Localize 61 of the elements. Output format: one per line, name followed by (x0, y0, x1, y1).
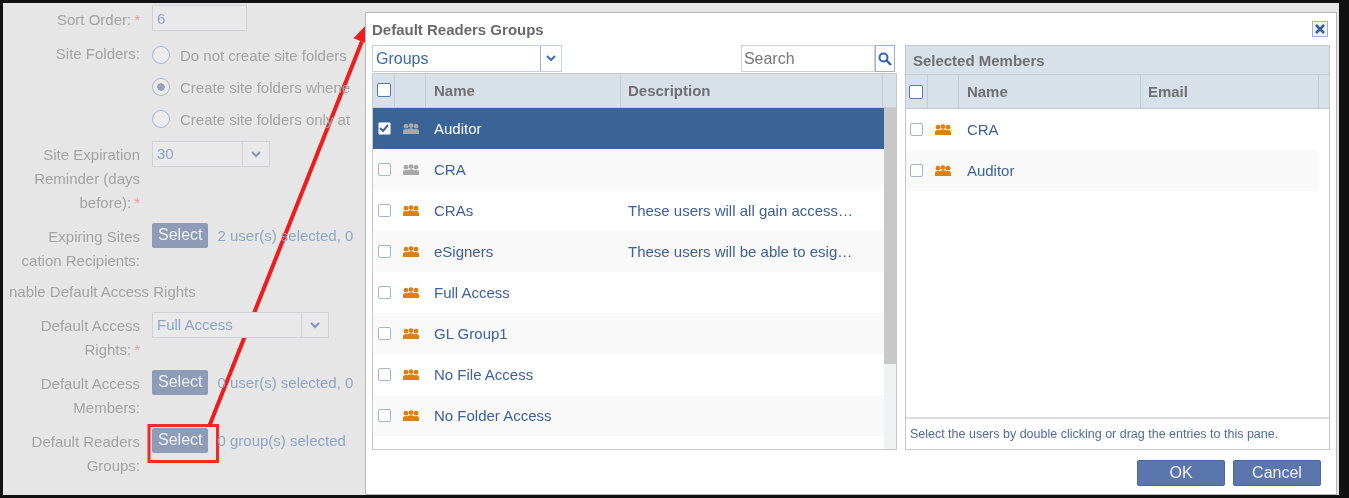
checkbox[interactable] (377, 203, 391, 217)
table-cell-text: CRA (433, 160, 467, 178)
radio-button[interactable] (152, 110, 170, 128)
table-cell-text: These users will all gain access… (627, 201, 855, 219)
field-label: Site Expiration Reminder (days before): * (33, 145, 140, 213)
caret-icon (546, 55, 556, 62)
column-header: Description (621, 73, 883, 107)
table-row[interactable]: eSigners These users will be able to esig… (373, 230, 884, 272)
section-heading: nable Default Access Rights (9, 282, 197, 302)
panel-title: Selected Members (905, 46, 1329, 75)
checkbox[interactable] (377, 121, 391, 135)
field-label: Expiring Sites cation Recipients: (20, 227, 140, 271)
checkbox[interactable] (910, 123, 924, 136)
checkbox[interactable] (376, 83, 391, 98)
table-cell-text: CRA (965, 121, 1000, 138)
table-row[interactable]: CRA (905, 109, 1318, 150)
field-label: Default Access Members: (39, 374, 140, 418)
checkbox[interactable] (910, 164, 924, 177)
checkbox[interactable] (909, 84, 924, 99)
table-row[interactable]: Auditor (905, 150, 1318, 191)
search-field[interactable]: Search (740, 45, 875, 72)
checkbox[interactable] (377, 285, 391, 299)
table-cell-text: Auditor (433, 119, 483, 137)
field-label: Site Folders: (54, 44, 140, 64)
table-cell-text: eSigners (433, 242, 495, 260)
checkbox[interactable] (377, 244, 391, 258)
table-cell-text: Auditor (965, 162, 1016, 179)
table-cell-text: CRAs (433, 201, 475, 219)
dialog-title: Default Readers Groups (372, 20, 544, 38)
checkbox[interactable] (377, 367, 391, 381)
table-cell-text: These users will be able to esig… (627, 242, 854, 260)
table-row[interactable]: GL Group1 (373, 312, 884, 354)
dropdown[interactable]: Groups (372, 45, 562, 72)
checkbox[interactable] (377, 408, 391, 422)
cancel-button[interactable]: Cancel (1233, 460, 1321, 486)
table-row[interactable]: No Folder Access (373, 394, 884, 436)
checkbox[interactable] (377, 162, 391, 176)
column-header: Email (1140, 75, 1319, 108)
column-header: Name (958, 75, 1141, 108)
column-header: Name (426, 73, 621, 107)
table-row[interactable]: Auditor (373, 107, 884, 149)
caret-icon (309, 321, 320, 329)
table-cell-text: Full Access (433, 283, 511, 301)
close-button[interactable] (1312, 21, 1328, 37)
table-cell-text: No Folder Access (433, 406, 553, 424)
checkbox[interactable] (377, 326, 391, 340)
field-label: Sort Order: * (55, 10, 140, 30)
radio-button[interactable] (152, 78, 170, 96)
caret-icon (250, 150, 261, 158)
search-icon (877, 51, 892, 66)
search-button[interactable] (874, 45, 895, 72)
radio-label: Do not create site folders (180, 46, 347, 64)
table-cell-text: No File Access (433, 365, 535, 383)
table-cell-text: GL Group1 (433, 324, 509, 342)
field-label: Default Readers Groups: (30, 432, 140, 476)
close-icon (1314, 23, 1326, 35)
hint-text: Select the users by double clicking or drag the entries to this pane. (905, 417, 1329, 449)
field-label: Default Access Rights: * (39, 316, 140, 360)
radio-button[interactable] (152, 46, 170, 64)
table-row[interactable]: CRA (373, 148, 884, 190)
ok-button[interactable]: OK (1137, 460, 1225, 486)
